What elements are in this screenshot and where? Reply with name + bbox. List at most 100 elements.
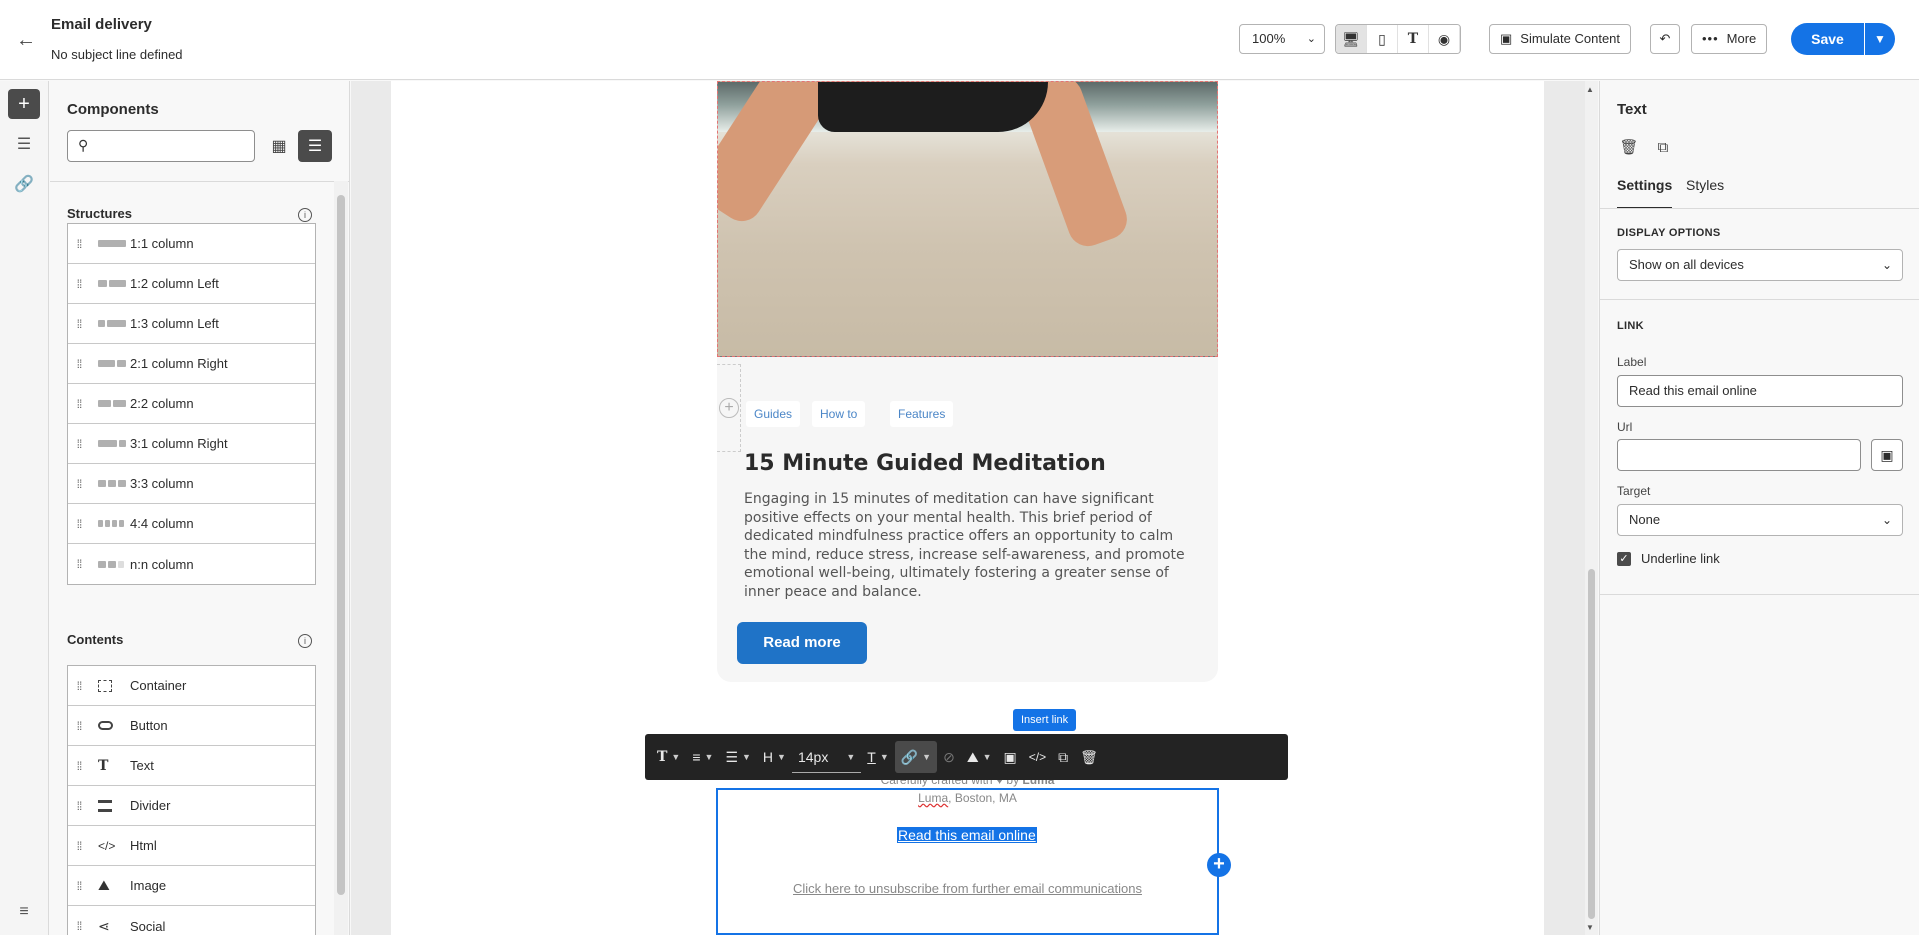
- scrollbar-thumb[interactable]: [337, 195, 345, 895]
- personalization-picker-icon[interactable]: ▣: [1871, 439, 1903, 471]
- components-scrollbar[interactable]: [334, 181, 348, 935]
- structures-info-icon[interactable]: i: [298, 208, 312, 222]
- content-label: Text: [130, 758, 154, 773]
- read-more-button[interactable]: Read more: [737, 622, 867, 664]
- article-title[interactable]: 15 Minute Guided Meditation: [744, 451, 1106, 476]
- content-button[interactable]: ⁞⁞ Button: [68, 706, 315, 746]
- text-style-icon[interactable]: T ▼: [651, 741, 686, 773]
- structure-label: 1:2 column Left: [130, 276, 219, 291]
- link-label-input[interactable]: Read this email online: [1617, 375, 1903, 407]
- content-social[interactable]: ⁞⁞ ⋖ Social: [68, 906, 315, 935]
- more-button[interactable]: ••• More: [1691, 24, 1768, 54]
- target-select[interactable]: None ⌄: [1617, 504, 1903, 536]
- drag-handle-icon: ⁞⁞: [76, 878, 83, 893]
- list-icon[interactable]: ☰ ▼: [719, 741, 756, 773]
- structure-1-2-column-left[interactable]: ⁞⁞ 1:2 column Left: [68, 264, 315, 304]
- save-button[interactable]: Save: [1791, 23, 1864, 55]
- tab-settings[interactable]: Settings: [1617, 177, 1673, 209]
- underline-link-checkbox[interactable]: ✓: [1617, 552, 1631, 566]
- content-container[interactable]: ⁞⁞ Container: [68, 666, 315, 706]
- underline-link-label[interactable]: Underline link: [1641, 551, 1720, 566]
- column-layout-icon: [90, 440, 130, 447]
- structure-4-4-column[interactable]: ⁞⁞ 4:4 column: [68, 504, 315, 544]
- clear-format-icon[interactable]: T ▼: [861, 741, 894, 773]
- back-arrow-icon[interactable]: ←: [14, 28, 38, 52]
- content-html[interactable]: ⁞⁞ </> Html: [68, 826, 315, 866]
- structure-2-1-column-right[interactable]: ⁞⁞ 2:1 column Right: [68, 344, 315, 384]
- align-icon[interactable]: ≡ ▼: [686, 741, 719, 773]
- trash-icon[interactable]: 🗑: [1617, 135, 1641, 159]
- drag-handle-icon: ⁞⁞: [76, 276, 83, 291]
- target-label: Target: [1617, 484, 1651, 498]
- code-view-icon[interactable]: </>: [1023, 741, 1052, 773]
- simulate-content-button[interactable]: ▣ Simulate Content: [1489, 24, 1632, 54]
- canvas-scrollbar[interactable]: ▲ ▼: [1585, 81, 1598, 935]
- share-icon: ⋖: [98, 917, 110, 934]
- read-online-link[interactable]: Read this email online: [897, 827, 1037, 843]
- structure-label: n:n column: [130, 556, 194, 572]
- zoom-select[interactable]: 100% ⌄: [1239, 24, 1325, 54]
- personalization-icon[interactable]: ▣: [998, 741, 1023, 773]
- insert-link-icon[interactable]: 🔗 ▼: [894, 741, 938, 773]
- scrollbar-thumb[interactable]: [1588, 569, 1595, 919]
- image-figure-shorts: [818, 82, 1048, 132]
- heading-select[interactable]: H ▼: [757, 741, 792, 773]
- add-block-icon[interactable]: +: [1207, 853, 1231, 877]
- drag-handle-icon: ⁞⁞: [76, 838, 83, 853]
- drag-handle-icon: ⁞⁞: [76, 396, 83, 411]
- content-image[interactable]: ⁞⁞ ⛰ Image: [68, 866, 315, 906]
- components-search-input[interactable]: ⚲: [67, 130, 255, 162]
- preview-eye-icon[interactable]: ◉: [1429, 25, 1460, 53]
- link-label-value: Read this email online: [1629, 383, 1757, 398]
- tag-guides[interactable]: Guides: [746, 401, 801, 427]
- structure-1-3-column-left[interactable]: ⁞⁞ 1:3 column Left: [68, 304, 315, 344]
- structure-1-1-column[interactable]: ⁞⁞ 1:1 column: [68, 224, 315, 264]
- insert-image-icon[interactable]: ⛰ ▼: [961, 741, 998, 773]
- structure-3-1-column-right[interactable]: ⁞⁞ 3:1 column Right: [68, 424, 315, 464]
- delete-icon[interactable]: 🗑: [1074, 741, 1104, 773]
- article-body[interactable]: Engaging in 15 minutes of meditation can…: [744, 490, 1192, 601]
- list-view-icon[interactable]: ☰: [298, 130, 332, 162]
- unsubscribe-link[interactable]: Click here to unsubscribe from further e…: [717, 881, 1218, 896]
- link-icon[interactable]: 🔗: [8, 169, 40, 199]
- structure-3-3-column[interactable]: ⁞⁞ 3:3 column: [68, 464, 315, 504]
- chevron-down-icon: ⌄: [1881, 513, 1892, 527]
- drag-handle-icon: ⁞⁞: [76, 436, 83, 451]
- section-divider: [1600, 299, 1919, 300]
- properties-panel: Text 🗑 ⧉ Settings Styles DISPLAY OPTIONS…: [1599, 81, 1919, 935]
- add-components-icon[interactable]: +: [8, 89, 40, 119]
- structure-label: 4:4 column: [130, 516, 194, 531]
- desktop-view-icon[interactable]: 🖥: [1336, 25, 1367, 53]
- font-size-select[interactable]: 14px ▼: [791, 741, 862, 773]
- content-text[interactable]: ⁞⁞ T Text: [68, 746, 315, 786]
- article-image[interactable]: [717, 81, 1218, 357]
- save-options-chevron-icon[interactable]: ▼: [1865, 23, 1895, 55]
- layers-icon[interactable]: ☰: [8, 129, 40, 159]
- section-divider: [1600, 594, 1919, 595]
- content-divider[interactable]: ⁞⁞ Divider: [68, 786, 315, 826]
- contents-info-icon[interactable]: i: [298, 634, 312, 648]
- duplicate-icon[interactable]: ⧉: [1052, 741, 1074, 773]
- add-icon[interactable]: +: [719, 398, 739, 418]
- tag-how-to[interactable]: How to: [812, 401, 866, 427]
- assets-icon[interactable]: ≡: [8, 897, 40, 927]
- selected-text-block[interactable]: +: [716, 788, 1231, 935]
- grid-view-icon[interactable]: ▦: [263, 130, 295, 162]
- scroll-down-icon[interactable]: ▼: [1586, 923, 1594, 932]
- tag-add-zone[interactable]: +: [717, 364, 741, 452]
- undo-button[interactable]: ↶: [1650, 24, 1680, 54]
- scroll-up-icon[interactable]: ▲: [1586, 85, 1594, 94]
- mobile-view-icon[interactable]: ▯: [1367, 25, 1398, 53]
- structure-2-2-column[interactable]: ⁞⁞ 2:2 column: [68, 384, 315, 424]
- display-options-select[interactable]: Show on all devices ⌄: [1617, 249, 1903, 281]
- structure-label: 2:2 column: [130, 396, 194, 411]
- text-icon: T: [98, 757, 109, 774]
- text-view-icon[interactable]: T: [1398, 25, 1429, 53]
- tag-features[interactable]: Features: [890, 401, 954, 427]
- url-input[interactable]: [1617, 439, 1861, 471]
- structure-n-n-column[interactable]: ⁞⁞ n:n column: [68, 544, 315, 584]
- tab-styles[interactable]: Styles: [1686, 177, 1724, 207]
- properties-title: Text: [1617, 101, 1647, 118]
- unlink-icon[interactable]: ⊘: [937, 741, 961, 773]
- duplicate-icon[interactable]: ⧉: [1651, 135, 1675, 159]
